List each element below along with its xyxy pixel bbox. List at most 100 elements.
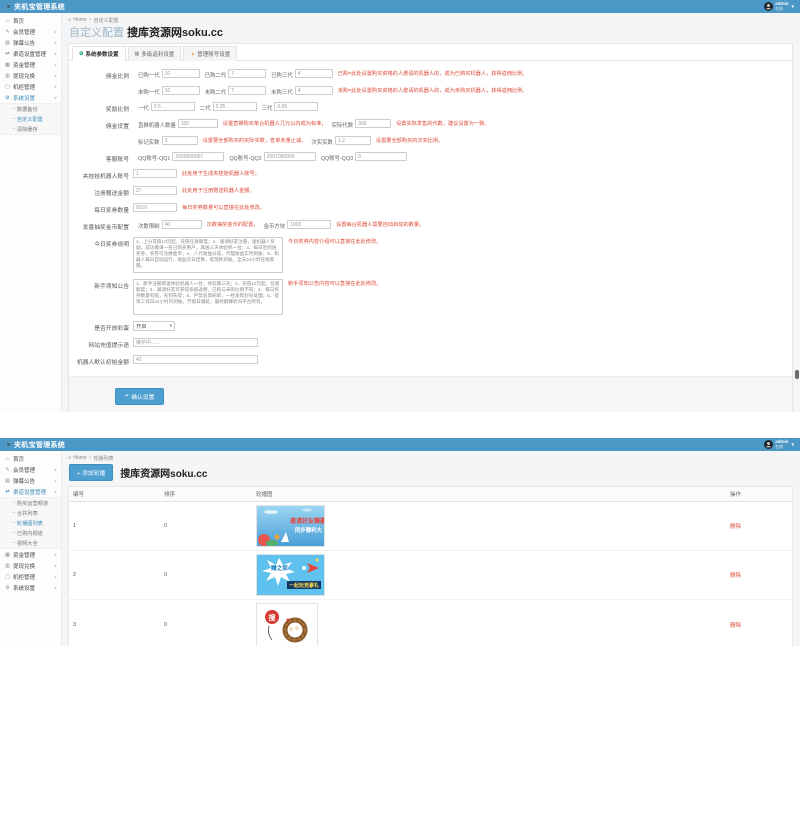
field-label: QQ账号-QQ2 (229, 154, 261, 162)
input-field[interactable] (213, 102, 257, 111)
input-field[interactable] (355, 119, 391, 128)
cell-id: 1 (69, 502, 161, 551)
field-label: 直推机器人数量 (138, 121, 176, 129)
field-label: 标记实数 (138, 138, 160, 146)
input-field[interactable] (335, 136, 371, 145)
input-field[interactable] (133, 186, 177, 195)
sidebar-item-首页[interactable]: ⌂首页 (0, 453, 61, 464)
scrollbar-thumb[interactable] (795, 370, 799, 379)
form-row-label: 今日奖券说明 (71, 237, 133, 248)
textarea-field[interactable] (133, 279, 283, 315)
brand[interactable]: 夹机宝管理系统 (0, 2, 65, 12)
sidebar-item-icon: ⌂ (4, 456, 11, 462)
input-field[interactable] (355, 152, 407, 161)
field-label: 未购二代 (205, 88, 227, 96)
form-row: 注册赠送金额此处用于注册赠送机器人金额。 (71, 186, 786, 197)
tab-管理账号设置[interactable]: ▲管理账号设置 (183, 46, 237, 61)
sidebar-item-会员管理[interactable]: ✎会员管理∨ (0, 464, 61, 475)
form-row: 今日奖券说明今日奖券内容介绍可以直接在此处修改。 (71, 237, 786, 273)
add-carousel-button[interactable]: + 添加轮播 (69, 464, 113, 481)
input-field[interactable] (295, 86, 333, 95)
sidebar-subitem-清除缓存[interactable]: –清除缓存 (0, 124, 61, 134)
confirm-settings-button[interactable]: ✔ 确认设置 (115, 388, 164, 405)
form-row-label: 奖励比例 (71, 102, 133, 113)
user-menu[interactable]: admin 在线 ▾ (764, 2, 800, 11)
sidebar-subitem-自定义配置[interactable]: –自定义配置 (0, 114, 61, 124)
sidebar-item-系统设置[interactable]: ⚙系统设置∨ (0, 582, 61, 593)
input-field[interactable] (133, 203, 177, 212)
breadcrumb-home[interactable]: Home (73, 455, 86, 461)
sidebar-item-提现兑换[interactable]: ▥提现兑换∨ (0, 560, 61, 571)
banner-image-1[interactable]: 邀请好友赚豪礼 同步赚利大 (256, 505, 325, 547)
sidebar-subitem-数据备份[interactable]: –数据备份 (0, 104, 61, 114)
admin-panel-carousel: 夹机宝管理系统 admin 在线 ▾ ⌂首页✎会员管理∨▤弹幕公告∨⇄渠道设置管… (0, 438, 800, 840)
chevron-down-icon: ▾ (791, 4, 794, 10)
input-field[interactable] (287, 220, 331, 229)
input-field[interactable] (162, 69, 200, 78)
input-field[interactable] (295, 69, 333, 78)
tab-多级返利设置[interactable]: ▦多级返利设置 (128, 46, 182, 61)
delete-link[interactable]: 删除 (730, 623, 741, 629)
sidebar-item-会员管理[interactable]: ✎会员管理∨ (0, 26, 61, 37)
sidebar-item-资金管理[interactable]: ▦资金管理∨ (0, 59, 61, 70)
input-field[interactable] (274, 102, 318, 111)
sidebar-item-首页[interactable]: ⌂首页 (0, 15, 61, 26)
sidebar-subitem-已购内频道[interactable]: –已购内频道 (0, 528, 61, 538)
tab-系统参数设置[interactable]: ⚙系统参数设置 (72, 46, 126, 61)
sidebar-item-弹幕公告[interactable]: ▤弹幕公告∨ (0, 475, 61, 486)
user-menu[interactable]: admin 在线 ▾ (764, 440, 800, 449)
sidebar-subitem-label: 自定义配置 (17, 116, 43, 123)
textarea-field[interactable] (133, 237, 283, 273)
banner-image-2[interactable]: 赚之家 一起玩竞豪礼 (256, 554, 325, 596)
delete-link[interactable]: 删除 (730, 573, 741, 579)
delete-link[interactable]: 删除 (730, 524, 741, 530)
input-field[interactable] (162, 220, 202, 229)
form-row: 新手须知公告新手须知公告内容可以直接在此处修改。 (71, 279, 786, 315)
sidebar-item-提现兑换[interactable]: ▥提现兑换∨ (0, 70, 61, 81)
sidebar-item-icon: ⌂ (4, 18, 11, 24)
sidebar-item-机柜管理[interactable]: ▢机柜管理∨ (0, 571, 61, 582)
input-field[interactable] (264, 152, 316, 161)
cell-sort: 0 (160, 551, 252, 600)
sidebar-item-资金管理[interactable]: ▦资金管理∨ (0, 549, 61, 560)
input-field[interactable] (172, 152, 224, 161)
input-field[interactable] (162, 136, 198, 145)
sidebar-subitem-视频大全[interactable]: –视频大全 (0, 538, 61, 548)
field-hint: 设置实际发售的代数，建议设置为一致。 (396, 121, 489, 128)
input-field[interactable] (162, 86, 200, 95)
input-field[interactable] (228, 69, 266, 78)
sidebar-subitem-合并列表[interactable]: –合并列表 (0, 508, 61, 518)
sidebar-item-机柜管理[interactable]: ▢机柜管理∨ (0, 81, 61, 92)
breadcrumb-home[interactable]: Home (73, 17, 86, 23)
input-field[interactable] (178, 119, 218, 128)
sidebar-subitem-购买运营频道[interactable]: –购买运营频道 (0, 498, 61, 508)
sidebar-item-icon: ▦ (4, 62, 11, 68)
field-label: 二代 (200, 104, 211, 112)
sidebar-subitem-label: 清除缓存 (17, 126, 38, 133)
user-meta: admin 在线 (775, 440, 788, 449)
chevron-down-icon: ∨ (54, 574, 57, 580)
banner-image-3[interactable]: 搜 (256, 603, 318, 646)
cell-id: 3 (69, 600, 161, 647)
brand[interactable]: 夹机宝管理系统 (0, 440, 65, 450)
sidebar-subitem-轮播图列表[interactable]: –轮播图列表 (0, 518, 61, 528)
input-field[interactable] (133, 355, 258, 364)
select-field[interactable]: 开启▾ (133, 321, 175, 331)
breadcrumb-separator: > (89, 455, 92, 461)
select-value: 开启 (136, 322, 147, 330)
field-label: 一代 (138, 104, 149, 112)
field-label: 已购一代 (138, 71, 160, 79)
table-row: 3 0 搜 (69, 600, 793, 647)
sidebar: ⌂首页✎会员管理∨▤弹幕公告∨⇄渠道设置管理∨▦资金管理∨▥提现兑换∨▢机柜管理… (0, 13, 62, 412)
input-field[interactable] (133, 169, 177, 178)
sidebar-item-icon: ⇄ (4, 51, 11, 57)
sidebar-submenu: –购买运营频道–合并列表–轮播图列表–已购内频道–视频大全 (0, 497, 61, 549)
sidebar-item-渠道设置管理[interactable]: ⇄渠道设置管理∨ (0, 486, 61, 497)
input-field[interactable] (151, 102, 195, 111)
input-field[interactable] (228, 86, 266, 95)
sidebar-item-系统设置[interactable]: ⚙系统设置∨ (0, 92, 61, 103)
input-field[interactable] (133, 338, 258, 347)
banner-text: 邀请好友赚豪礼 (290, 517, 325, 525)
sidebar-item-弹幕公告[interactable]: ▤弹幕公告∨ (0, 37, 61, 48)
sidebar-item-渠道设置管理[interactable]: ⇄渠道设置管理∨ (0, 48, 61, 59)
